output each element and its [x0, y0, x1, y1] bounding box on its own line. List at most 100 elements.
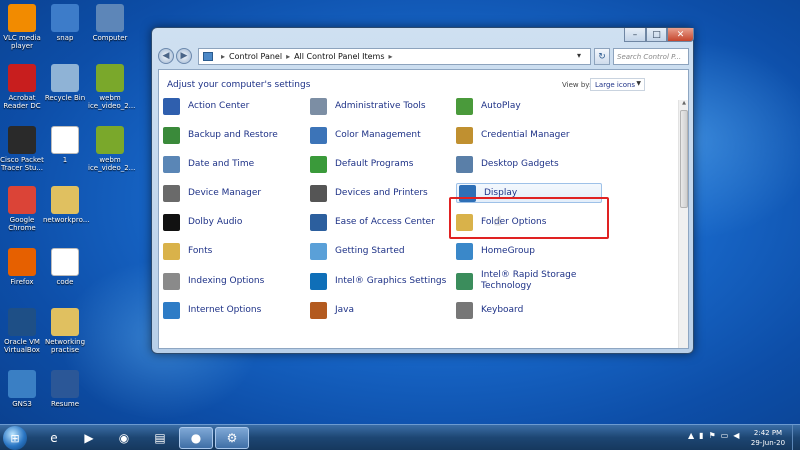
- tray-arrow-icon[interactable]: ▲: [688, 431, 694, 440]
- desktop-icon[interactable]: VLC media player: [0, 4, 44, 50]
- address-bar[interactable]: ▸ Control Panel ▸ All Control Panel Item…: [198, 48, 591, 65]
- control-panel-item[interactable]: Ease of Access Center: [310, 212, 435, 232]
- show-desktop-button[interactable]: [792, 425, 800, 450]
- control-panel-item[interactable]: Intel® Graphics Settings: [310, 271, 446, 291]
- hand-cursor-icon: ☝: [494, 214, 502, 228]
- maximize-button[interactable]: □: [646, 28, 667, 42]
- control-panel-item-label: Color Management: [335, 129, 421, 140]
- desktop-icon-label: Recycle Bin: [44, 94, 86, 102]
- minimize-button[interactable]: –: [624, 28, 646, 42]
- chrome-icon[interactable]: ◉: [107, 427, 141, 449]
- control-panel-item[interactable]: Intel® Rapid Storage Technology: [456, 270, 581, 291]
- vertical-scrollbar[interactable]: ▲: [678, 100, 688, 348]
- control-panel-item-label: HomeGroup: [481, 245, 535, 256]
- control-panel-item[interactable]: Keyboard: [456, 300, 523, 320]
- chevron-down-icon: ▼: [636, 80, 641, 87]
- control-panel-item[interactable]: Devices and Printers: [310, 183, 428, 203]
- control-panel-item[interactable]: Color Management: [310, 125, 421, 145]
- system-tray: ▲ ▮ ⚑ ▭ ◀: [688, 431, 739, 440]
- control-panel-item[interactable]: Java: [310, 300, 354, 320]
- control-panel-item[interactable]: Indexing Options: [163, 271, 264, 291]
- desktop-icon[interactable]: Networking practise: [43, 308, 87, 354]
- clock-date: 29-Jun-20: [750, 439, 786, 447]
- scroll-thumb[interactable]: [680, 110, 688, 208]
- view-by-label: View by:: [562, 81, 592, 89]
- desktop-icon[interactable]: webm ice_video_2...: [88, 64, 135, 110]
- breadcrumb-separator: ▸: [286, 52, 291, 61]
- desktop-icon[interactable]: code: [43, 248, 87, 286]
- desktop-icon[interactable]: 1: [43, 126, 87, 164]
- media-player-icon[interactable]: ▶: [72, 427, 106, 449]
- control-panel-item-label: Intel® Rapid Storage Technology: [481, 270, 577, 291]
- chrome-icon: [8, 186, 36, 214]
- control-panel-item[interactable]: Date and Time: [163, 154, 254, 174]
- default-programs-icon: [310, 155, 327, 173]
- start-button[interactable]: ⊞: [3, 426, 27, 450]
- control-panel-window: – □ ✕ ◀ ▶ ▸ Control Panel ▸ All Control …: [151, 27, 694, 354]
- close-button[interactable]: ✕: [667, 28, 694, 42]
- getting-started-icon: [310, 242, 327, 260]
- desktop-icon[interactable]: Recycle Bin: [43, 64, 87, 102]
- back-button[interactable]: ◀: [158, 48, 174, 64]
- document-icon: [51, 126, 79, 154]
- desktop-icon[interactable]: Google Chrome: [0, 186, 44, 232]
- desktop-icon[interactable]: Cisco Packet Tracer Stu...: [0, 126, 44, 172]
- control-panel-item[interactable]: Backup and Restore: [163, 125, 278, 145]
- control-panel-item[interactable]: HomeGroup: [456, 241, 535, 261]
- clock-time: 2:42 PM: [753, 429, 783, 437]
- file-explorer-icon[interactable]: ▤: [143, 427, 177, 449]
- recorder-icon[interactable]: ●: [179, 427, 213, 449]
- control-panel-item[interactable]: Internet Options: [163, 300, 261, 320]
- desktop-icon[interactable]: webm ice_video_2...: [88, 126, 135, 172]
- java-icon: [310, 301, 327, 319]
- control-panel-item[interactable]: AutoPlay: [456, 96, 521, 116]
- search-input[interactable]: Search Control P...: [613, 48, 689, 65]
- control-panel-item-label: Internet Options: [188, 304, 262, 315]
- volume-icon[interactable]: ◀: [733, 431, 739, 440]
- desktop-icon[interactable]: Computer: [88, 4, 132, 42]
- desktop-icon[interactable]: Resume: [43, 370, 87, 408]
- breadcrumb-all-items[interactable]: All Control Panel Items: [294, 52, 384, 61]
- address-dropdown-icon[interactable]: ▾: [577, 47, 581, 64]
- view-by-value: Large icons: [595, 80, 636, 89]
- indexing-icon: [163, 272, 180, 290]
- control-panel-item[interactable]: Dolby Audio: [163, 212, 242, 232]
- network-icon[interactable]: ▮: [699, 431, 703, 440]
- action-center-flag-icon[interactable]: ⚑: [709, 431, 716, 440]
- control-panel-item-label: Indexing Options: [188, 275, 265, 286]
- control-panel-item[interactable]: Desktop Gadgets: [456, 154, 559, 174]
- title-bar[interactable]: – □ ✕: [152, 28, 694, 43]
- desktop-icon[interactable]: Firefox: [0, 248, 44, 286]
- desktop-icon[interactable]: Acrobat Reader DC: [0, 64, 44, 110]
- refresh-icon[interactable]: ↻: [594, 48, 610, 65]
- forward-button[interactable]: ▶: [176, 48, 192, 64]
- control-panel-icon[interactable]: ⚙: [215, 427, 249, 449]
- control-panel-item[interactable]: Administrative Tools: [310, 96, 426, 116]
- control-panel-item[interactable]: Action Center: [163, 96, 249, 116]
- desktop-icon[interactable]: snap: [43, 4, 87, 42]
- gadgets-icon: [456, 155, 473, 173]
- clock[interactable]: 2:42 PM 29-Jun-20: [746, 428, 790, 448]
- control-panel-item[interactable]: Fonts: [163, 241, 212, 261]
- dolby-icon: [163, 213, 180, 231]
- internet-options-icon: [163, 301, 180, 319]
- control-panel-item[interactable]: Device Manager: [163, 183, 261, 203]
- control-panel-item[interactable]: Default Programs: [310, 154, 413, 174]
- snap-folder-icon: [51, 4, 79, 32]
- folder-icon: [51, 186, 79, 214]
- internet-explorer-icon[interactable]: e: [37, 427, 71, 449]
- desktop-icon[interactable]: Oracle VM VirtualBox: [0, 308, 44, 354]
- control-panel-item-label: Backup and Restore: [188, 129, 278, 140]
- intel-storage-icon: [456, 272, 473, 290]
- recycle-bin-icon: [51, 64, 79, 92]
- control-panel-item[interactable]: Credential Manager: [456, 125, 570, 145]
- desktop-icon[interactable]: networkpro...: [43, 186, 89, 224]
- control-panel-item-label: Date and Time: [188, 158, 255, 169]
- view-by-dropdown[interactable]: Large icons ▼: [590, 78, 645, 91]
- breadcrumb-control-panel[interactable]: Control Panel: [229, 52, 282, 61]
- desktop-icon[interactable]: GNS3: [0, 370, 44, 408]
- battery-icon[interactable]: ▭: [721, 431, 729, 440]
- control-panel-item[interactable]: Getting Started: [310, 241, 405, 261]
- scroll-up-icon[interactable]: ▲: [679, 100, 688, 109]
- control-panel-item-label: Devices and Printers: [335, 187, 428, 198]
